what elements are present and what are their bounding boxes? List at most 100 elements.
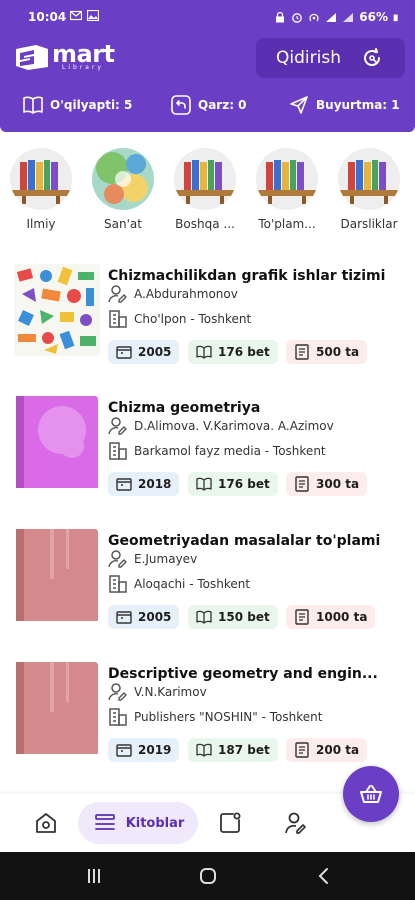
- book-author: E.Jumayev: [134, 552, 198, 566]
- book-publisher-row: Barkamol fayz media - Toshkent: [108, 441, 326, 461]
- book-author: A.Abdurahmonov: [134, 287, 238, 301]
- lock-icon: [276, 11, 285, 22]
- book-pages: 150 bet: [218, 610, 270, 624]
- book-publisher-row: Publishers "NOSHIN" - Toshkent: [108, 707, 322, 727]
- home-button-icon[interactable]: [198, 866, 218, 886]
- calendar-icon: [116, 478, 132, 491]
- bookshelf-icon: [340, 160, 398, 204]
- cart-fab-button[interactable]: [343, 766, 399, 822]
- calendar-icon: [116, 611, 132, 624]
- building-icon: [109, 708, 127, 726]
- book-year: 2019: [138, 743, 172, 757]
- book-publisher: Aloqachi - Toshkent: [134, 577, 251, 591]
- stat-orders[interactable]: Buyurtma: 1: [288, 94, 400, 116]
- calendar-icon: [116, 744, 132, 757]
- user-edit-icon: [285, 812, 306, 834]
- book-card[interactable]: Geometriyadan masalalar to'plami E.Jumay…: [0, 529, 415, 649]
- nav-home[interactable]: [26, 802, 66, 844]
- building-icon: [109, 442, 127, 460]
- book-meta-chips: 2005 150 bet 1000 ta: [108, 605, 408, 629]
- book-title: Chizma geometriya: [108, 400, 261, 416]
- signal-icon: [326, 12, 337, 22]
- nav-collection[interactable]: [210, 802, 250, 844]
- book-title: Geometriyadan masalalar to'plami: [108, 533, 381, 549]
- book-card[interactable]: Descriptive geometry and engin... V.N.Ka…: [0, 662, 415, 782]
- building-icon: [109, 310, 127, 328]
- stat-reading-text: O'qilyapti: 5: [50, 98, 133, 112]
- book-author-row: A.Abdurahmonov: [108, 284, 238, 304]
- nav-profile[interactable]: [276, 802, 316, 844]
- category-darsliklar[interactable]: Darsliklar: [330, 148, 408, 231]
- book-author: D.Alimova. V.Karimova. A.Azimov: [134, 419, 334, 433]
- book-author-row: D.Alimova. V.Karimova. A.Azimov: [108, 416, 334, 436]
- category-carousel[interactable]: Ilmiy San'at Boshqa ... To'plam... Darsl…: [0, 148, 415, 240]
- book-pages: 176 bet: [218, 345, 270, 359]
- book-publisher-row: Cho'lpon - Toshkent: [108, 309, 251, 329]
- document-icon: [295, 476, 309, 492]
- category-name: Darsliklar: [340, 217, 398, 231]
- status-right-icons: 66%: [274, 10, 401, 24]
- open-book-icon: [196, 345, 212, 359]
- pages-chip: 187 bet: [188, 738, 278, 762]
- book-publisher-row: Aloqachi - Toshkent: [108, 574, 250, 594]
- category-image: [338, 148, 400, 210]
- nav-books[interactable]: Kitoblar: [78, 802, 198, 844]
- copies-chip: 500 ta: [286, 340, 368, 364]
- book-cover: [14, 529, 100, 621]
- category-image: [256, 148, 318, 210]
- book-cover: [14, 662, 100, 754]
- book-cover-image: [14, 396, 100, 488]
- pages-chip: 176 bet: [188, 340, 278, 364]
- book-publisher: Barkamol fayz media - Toshkent: [134, 444, 326, 458]
- gallery-icon: [87, 10, 99, 21]
- open-book-icon: [196, 743, 212, 757]
- stat-debt-text: Qarz: 0: [198, 98, 247, 112]
- book-copies: 500 ta: [316, 345, 360, 359]
- document-icon: [295, 344, 309, 360]
- recent-apps-icon[interactable]: [84, 866, 104, 886]
- app-header: 10:04 66% mart Library Qidirish O'qilyap…: [0, 0, 415, 132]
- book-author: V.N.Karimov: [134, 685, 207, 699]
- status-left-icons: [70, 10, 99, 21]
- send-icon: [290, 96, 308, 114]
- status-time: 10:04: [28, 10, 67, 24]
- battery-text: 66%: [359, 10, 388, 24]
- category-toplam[interactable]: To'plam...: [248, 148, 326, 231]
- book-card[interactable]: Chizma geometriya D.Alimova. V.Karimova.…: [0, 396, 415, 516]
- category-ilmiy[interactable]: Ilmiy: [2, 148, 80, 231]
- app-logo: mart Library: [14, 40, 115, 74]
- copies-chip: 300 ta: [286, 472, 368, 496]
- book-pages: 176 bet: [218, 477, 270, 491]
- copies-chip: 200 ta: [286, 738, 368, 762]
- category-sanat[interactable]: San'at: [84, 148, 162, 231]
- year-chip: 2019: [108, 738, 180, 762]
- book-copies: 200 ta: [316, 743, 360, 757]
- category-name: San'at: [104, 217, 142, 231]
- category-image: [92, 148, 154, 210]
- book-card[interactable]: Chizmachilikdan grafik ishlar tizimi A.A…: [0, 264, 415, 384]
- stat-debt[interactable]: Qarz: 0: [170, 94, 247, 116]
- document-icon: [295, 742, 309, 758]
- hotspot-icon: [309, 13, 319, 21]
- book-title: Descriptive geometry and engin...: [108, 666, 378, 682]
- book-cover: [14, 396, 100, 488]
- bookshelf-icon: [12, 160, 70, 204]
- book-title: Chizmachilikdan grafik ishlar tizimi: [108, 268, 386, 284]
- status-bar: 10:04 66%: [0, 0, 415, 34]
- art-image-icon: [92, 148, 154, 210]
- copies-chip: 1000 ta: [286, 605, 376, 629]
- search-button[interactable]: Qidirish: [256, 38, 405, 78]
- year-chip: 2005: [108, 605, 180, 629]
- return-icon: [171, 95, 191, 115]
- back-icon[interactable]: [314, 866, 334, 886]
- stat-reading[interactable]: O'qilyapti: 5: [22, 94, 132, 116]
- category-name: To'plam...: [258, 217, 316, 231]
- basket-icon: [360, 785, 382, 803]
- book-meta-chips: 2005 176 bet 500 ta: [108, 340, 408, 364]
- open-book-icon: [196, 610, 212, 624]
- book-author-row: E.Jumayev: [108, 549, 197, 569]
- category-name: Ilmiy: [26, 217, 56, 231]
- author-icon: [108, 285, 127, 303]
- category-boshqa[interactable]: Boshqa ...: [166, 148, 244, 231]
- book-meta-chips: 2019 187 bet 200 ta: [108, 738, 408, 762]
